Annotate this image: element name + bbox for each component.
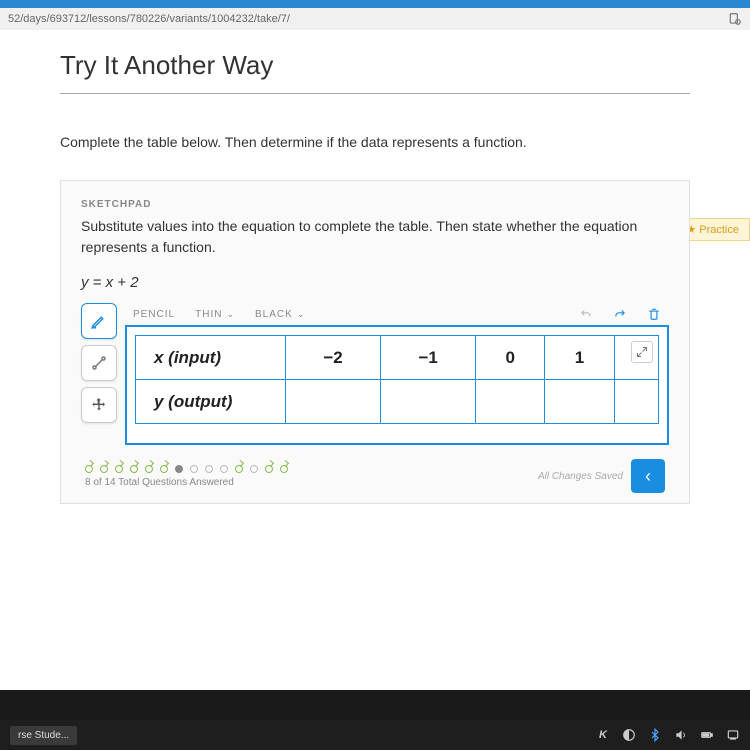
table-row: x (input) −2 −1 0 1 [136, 336, 659, 380]
line-tool-button[interactable] [81, 345, 117, 381]
table-cell[interactable] [545, 380, 614, 424]
tray-volume-icon[interactable] [674, 728, 688, 742]
sketchpad-label: SKETCHPAD [81, 199, 669, 210]
color-select[interactable]: BLACK ⌄ [255, 309, 305, 320]
redo-icon[interactable] [613, 307, 627, 321]
taskbar-app[interactable]: rse Stude... [10, 726, 77, 745]
reader-mode-icon[interactable] [728, 12, 742, 26]
table-cell[interactable]: 1 [545, 336, 614, 380]
tray-k-icon[interactable]: K [596, 728, 610, 742]
prev-button[interactable]: ‹ [631, 459, 665, 493]
pencil-label: PENCIL [133, 309, 175, 320]
move-tool-button[interactable] [81, 387, 117, 423]
content-area: Try It Another Way Complete the table be… [0, 30, 750, 690]
progress-row: 8 of 14 Total Questions Answered All Cha… [81, 459, 669, 493]
thickness-select[interactable]: THIN ⌄ [195, 309, 235, 320]
undo-icon[interactable] [579, 307, 593, 321]
table-cell[interactable]: −1 [381, 336, 476, 380]
page-title: Try It Another Way [60, 50, 690, 94]
table-cell[interactable]: −2 [286, 336, 381, 380]
tray-network-icon[interactable] [622, 728, 636, 742]
sketchpad-canvas[interactable]: x (input) −2 −1 0 1 y (output) [125, 325, 669, 445]
progress-dots[interactable] [85, 465, 288, 473]
saved-text: All Changes Saved [538, 471, 623, 482]
tray-bluetooth-icon[interactable] [648, 728, 662, 742]
sketchpad-wrapper: PENCIL THIN ⌄ BLACK ⌄ x (input) [81, 303, 669, 445]
progress-text: 8 of 14 Total Questions Answered [85, 477, 288, 488]
table-cell[interactable] [614, 380, 658, 424]
pencil-tool-button[interactable] [81, 303, 117, 339]
pad-main: PENCIL THIN ⌄ BLACK ⌄ x (input) [125, 303, 669, 445]
system-tray: K [596, 728, 740, 742]
url-text: 52/days/693712/lessons/780226/variants/1… [8, 13, 290, 25]
table-row: y (output) [136, 380, 659, 424]
row-label-output: y (output) [136, 380, 286, 424]
tool-rail [81, 303, 117, 445]
url-bar: 52/days/693712/lessons/780226/variants/1… [0, 8, 750, 30]
tray-notifications-icon[interactable] [726, 728, 740, 742]
prompt-text: Complete the table below. Then determine… [60, 134, 690, 150]
tray-battery-icon[interactable] [700, 728, 714, 742]
function-table: x (input) −2 −1 0 1 y (output) [135, 335, 659, 424]
sketchpad-instruction: Substitute values into the equation to c… [81, 216, 669, 258]
table-cell[interactable] [286, 380, 381, 424]
equation: y = x + 2 [81, 274, 669, 291]
browser-chrome-top [0, 0, 750, 8]
expand-button[interactable] [631, 341, 653, 363]
taskbar: rse Stude... K [0, 720, 750, 750]
pad-toolbar: PENCIL THIN ⌄ BLACK ⌄ [125, 303, 669, 325]
table-cell[interactable] [381, 380, 476, 424]
trash-icon[interactable] [647, 307, 661, 321]
table-cell[interactable] [476, 380, 545, 424]
row-label-input: x (input) [136, 336, 286, 380]
table-cell[interactable]: 0 [476, 336, 545, 380]
sketchpad-card: SKETCHPAD Substitute values into the equ… [60, 180, 690, 504]
